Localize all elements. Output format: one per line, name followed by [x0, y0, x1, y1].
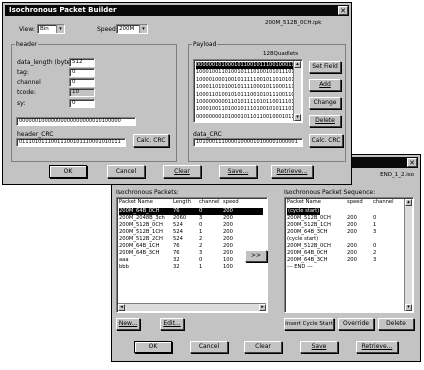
speed-select[interactable]: 200M ▾ — [116, 24, 148, 34]
channel-label: channel — [17, 79, 41, 86]
scroll-up-icon[interactable]: ▴ — [405, 199, 412, 206]
cancel-button[interactable]: Cancel — [107, 165, 145, 178]
list-item[interactable]: 200M_512B_0CH 200 0 — [287, 215, 403, 222]
data-length-label: data_length (bytes) — [17, 59, 76, 66]
view-label: View: — [19, 26, 35, 33]
ok-button[interactable]: OK — [49, 165, 87, 178]
clear-button[interactable]: Clear — [163, 165, 201, 178]
table-row[interactable]: 200M_512B_1CH 524 1 200 — [119, 229, 263, 236]
sy-field[interactable]: 0 — [69, 99, 95, 108]
sequence-window: ✕ END_1_2.iso Isochronous Packets: Packe… — [111, 154, 421, 362]
payload-row[interactable]: 10000000001101011110101100111011 — [196, 99, 298, 106]
packet-builder-titlebar[interactable]: Isochronous Packet Builder — [5, 5, 349, 16]
edit-packet-button[interactable]: Edit... — [160, 318, 184, 330]
payload-row[interactable]: 10001001101001011101001010111011 — [196, 106, 298, 113]
sequence-label: Isochronous Packet Sequence: — [284, 189, 376, 196]
set-field-button[interactable]: Set Field — [309, 61, 341, 73]
sequence-list[interactable]: Packet Name speed channel (cycle start) 2… — [284, 197, 414, 313]
payload-row[interactable]: 10001101001010111001010111001101 — [196, 92, 298, 99]
header-crc-label: header_CRC — [17, 131, 54, 138]
data-crc-field[interactable]: 10100011100001000010100001000001 — [193, 138, 303, 147]
packets-header: Packet Name Length channel speed — [119, 199, 239, 205]
speed-label: Speed: — [97, 26, 118, 33]
payload-group-label: Payload — [192, 41, 218, 48]
payload-row[interactable]: 10001101010010111100010110001111 — [196, 84, 298, 91]
data-crc-label: data_CRC — [193, 131, 222, 138]
calc-data-crc-button[interactable]: Calc. CRC — [309, 134, 343, 147]
retrieve-button[interactable]: Retrieve... — [271, 165, 313, 178]
scroll-left-icon[interactable]: ◂ — [118, 304, 125, 311]
packet-filename: 200M_512B_0CH.ipk — [265, 20, 322, 26]
list-item[interactable]: --- END --- — [287, 264, 403, 271]
change-button[interactable]: Change — [309, 97, 341, 109]
table-row[interactable]: aaa 32 0 100 — [119, 257, 263, 264]
new-packet-button[interactable]: New... — [116, 318, 140, 330]
tag-label: tag: — [17, 69, 29, 76]
override-button[interactable]: Override — [338, 318, 374, 330]
payload-vscroll[interactable]: ▴ ▾ — [293, 61, 301, 121]
payload-row[interactable]: 00000000101000101101100100010111 — [196, 114, 298, 121]
save-button[interactable]: Save — [300, 341, 338, 353]
table-row[interactable]: 200M_512B_2CH 524 2 200 — [119, 236, 263, 243]
table-row[interactable]: 200M_2048B_3ch 2060 3 200 — [119, 215, 263, 222]
list-item[interactable]: (cycle start) — [287, 208, 403, 215]
scroll-up-icon[interactable]: ▴ — [294, 61, 301, 68]
list-item[interactable]: (cycle start) — [287, 236, 403, 243]
add-to-sequence-button[interactable]: >> — [245, 250, 267, 262]
view-select[interactable]: Bin ▾ — [37, 24, 65, 34]
tag-field[interactable]: 0 — [69, 68, 95, 77]
list-item[interactable]: 200M_512B_0CH 200 0 — [287, 243, 403, 250]
delete-button[interactable]: Delete — [309, 115, 341, 127]
sequence-header: Packet Name speed channel — [287, 199, 394, 205]
list-item[interactable]: 200M_64B_3CH 200 3 — [287, 257, 403, 264]
sequence-filename: END_1_2.iso — [380, 172, 414, 178]
sequence-vscroll[interactable]: ▴ ▾ — [404, 199, 412, 311]
table-row[interactable]: 200M_64B_0CH 76 0 200 — [119, 208, 263, 215]
list-item[interactable]: 200M_64B_0CH 200 2 — [287, 250, 403, 257]
close-icon[interactable]: ✕ — [407, 158, 417, 167]
payload-row[interactable]: 00000010100010110010111001000111 — [196, 62, 298, 69]
header-binary-field[interactable]: 00000010000000000000000010100000 — [16, 117, 136, 126]
sy-label: sy: — [17, 100, 26, 107]
list-item[interactable]: 200M_512B_1CH 200 1 — [287, 222, 403, 229]
insert-cycle-start-button[interactable]: Insert Cycle Start — [284, 318, 334, 330]
clear-button[interactable]: Clear — [244, 341, 282, 353]
tcode-field: 10 — [69, 88, 95, 97]
packets-label: Isochronous Packets: — [116, 189, 179, 196]
payload-count: 128Quadlets — [263, 51, 299, 57]
scroll-right-icon[interactable]: ▸ — [259, 304, 266, 311]
ok-button[interactable]: OK — [134, 341, 172, 353]
payload-list[interactable]: 00000010100010110010111001000111 10001001… — [193, 59, 303, 123]
cancel-button[interactable]: Cancel — [190, 341, 228, 353]
table-row[interactable]: bbb 32 1 100 — [119, 264, 263, 271]
header-group-label: header — [15, 41, 39, 48]
tcode-label: tcode: — [17, 89, 36, 96]
add-button[interactable]: Add — [309, 79, 341, 91]
save-button[interactable]: Save... — [219, 165, 257, 178]
scroll-down-icon[interactable]: ▾ — [405, 304, 412, 311]
table-row[interactable]: 200M_64B_1CH 76 2 200 — [119, 243, 263, 250]
scroll-down-icon[interactable]: ▾ — [294, 114, 301, 121]
packets-hscroll[interactable]: ◂ ▸ — [118, 303, 266, 311]
chevron-down-icon[interactable]: ▾ — [139, 25, 147, 33]
table-row[interactable]: 200M_64B_3CH 76 3 200 — [119, 250, 263, 257]
calc-header-crc-button[interactable]: Calc. CRC — [133, 134, 169, 147]
header-crc-field[interactable]: 01110101110011100101110001010111 — [16, 138, 126, 147]
retrieve-button[interactable]: Retrieve... — [356, 341, 398, 353]
packet-builder-window: Isochronous Packet Builder ✕ 200M_512B_0… — [2, 2, 352, 185]
payload-row[interactable]: 10001001101001011101001010111011 — [196, 69, 298, 76]
channel-field[interactable]: 0 — [69, 78, 95, 87]
list-item[interactable]: 200M_64B_3CH 200 3 — [287, 229, 403, 236]
data-length-field[interactable]: 512 — [69, 58, 95, 67]
table-row[interactable]: 200M_512B_0CH 524 0 200 — [119, 222, 263, 229]
delete-sequence-button[interactable]: Delete — [378, 318, 414, 330]
close-icon[interactable]: ✕ — [338, 6, 348, 15]
payload-row[interactable]: 10000100010010111110010110101011 — [196, 77, 298, 84]
chevron-down-icon[interactable]: ▾ — [56, 25, 64, 33]
